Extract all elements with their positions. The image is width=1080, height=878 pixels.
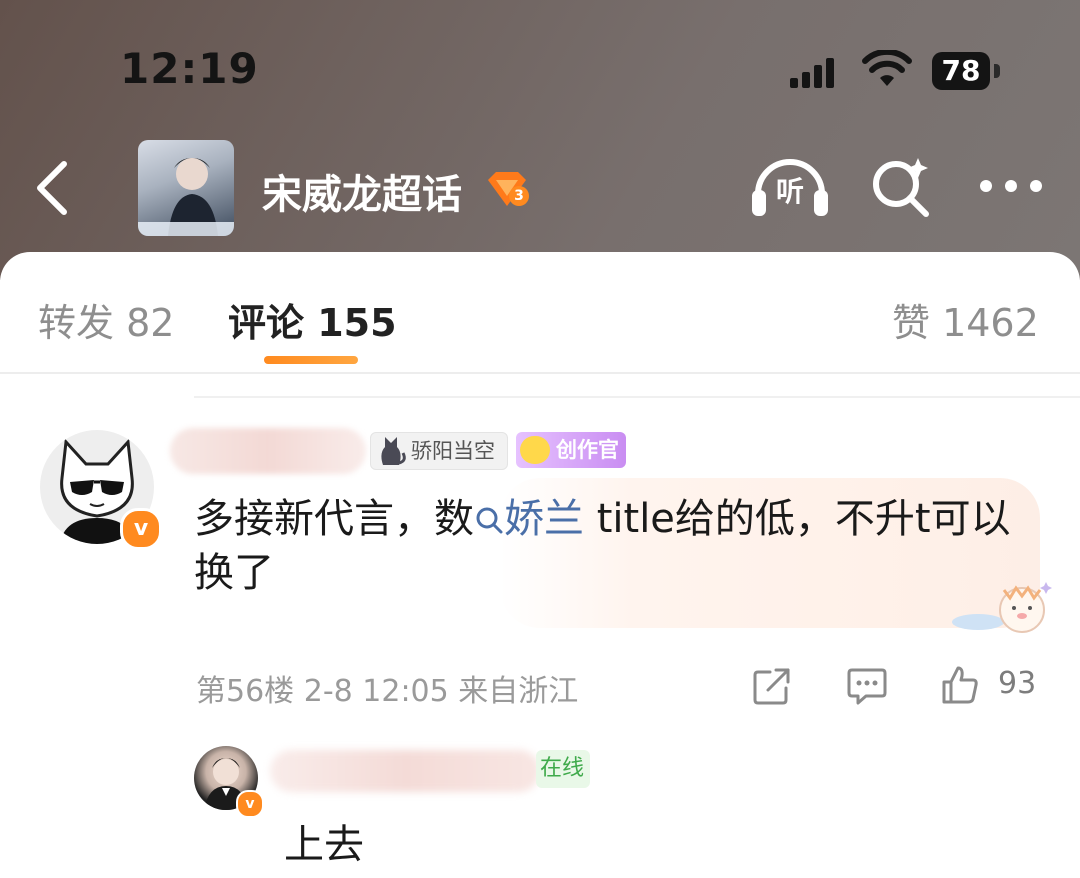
listen-label: 听 <box>775 175 804 208</box>
status-time: 12:19 <box>120 44 259 93</box>
more-icon[interactable] <box>976 176 1046 196</box>
thumbs-up-icon[interactable] <box>940 664 980 706</box>
battery-level: 78 <box>941 54 981 87</box>
topic-thumbnail[interactable] <box>138 140 234 236</box>
fan-badge-label: 骄阳当空 <box>411 439 495 463</box>
reply-username-redacted[interactable] <box>270 750 540 792</box>
search-sparkle-icon[interactable] <box>868 154 934 220</box>
online-badge-label: 在线 <box>540 756 585 781</box>
tab-repost[interactable]: 转发 82 <box>38 292 174 347</box>
weibo-comment-page: 12:19 78 宋威龙超话 3 听 转发 82 评论 155 赞 1462 v… <box>0 0 1080 878</box>
level-number: 3 <box>509 186 529 206</box>
comment-location: 来自浙江 <box>458 674 579 709</box>
like-count: 93 <box>998 666 1037 701</box>
search-link[interactable]: 娇兰 <box>474 496 584 542</box>
reply-verified-badge: v <box>236 790 264 818</box>
topic-title[interactable]: 宋威龙超话 <box>262 162 462 220</box>
verified-badge: v <box>120 508 162 550</box>
topic-header: 12:19 78 宋威龙超话 3 听 <box>0 0 1080 280</box>
cat-silhouette-icon <box>381 437 406 465</box>
section-divider <box>194 396 1080 398</box>
comment-meta: 第56楼 2-8 12:05 来自浙江 <box>196 666 578 710</box>
battery-indicator: 78 <box>932 52 990 90</box>
creator-emoji-icon <box>520 436 550 464</box>
battery-cap <box>994 64 1000 78</box>
active-tab-indicator <box>264 356 358 364</box>
username-redacted[interactable] <box>170 428 366 474</box>
comment-text-before: 多接新代言，数 <box>194 496 474 542</box>
person-portrait-icon <box>138 158 234 236</box>
comment-body: 多接新代言，数 娇兰 title给的低，不升t可以换了 <box>194 492 1014 600</box>
search-link-text: 娇兰 <box>504 496 584 542</box>
reply-text: 上去 <box>284 822 364 868</box>
search-icon <box>476 507 503 534</box>
fan-badge[interactable]: 骄阳当空 <box>370 432 508 470</box>
creator-badge[interactable]: 创作官 <box>516 432 626 468</box>
online-badge: 在线 <box>536 750 590 788</box>
cellular-signal-icon <box>790 58 834 88</box>
back-icon[interactable] <box>30 158 74 218</box>
tab-divider <box>0 372 1080 374</box>
share-icon[interactable] <box>752 666 792 706</box>
tab-like[interactable]: 赞 1462 <box>892 292 1039 347</box>
comment-icon[interactable] <box>846 666 888 706</box>
creator-badge-label: 创作官 <box>556 438 619 462</box>
comment-date: 2-8 12:05 <box>303 674 449 709</box>
comment-panel: 转发 82 评论 155 赞 1462 v 骄阳当空 创作官 多接新代言，数 娇… <box>0 252 1080 878</box>
tab-comment[interactable]: 评论 155 <box>228 292 397 347</box>
wifi-icon <box>862 50 912 86</box>
floor-number: 第56楼 <box>196 674 295 709</box>
